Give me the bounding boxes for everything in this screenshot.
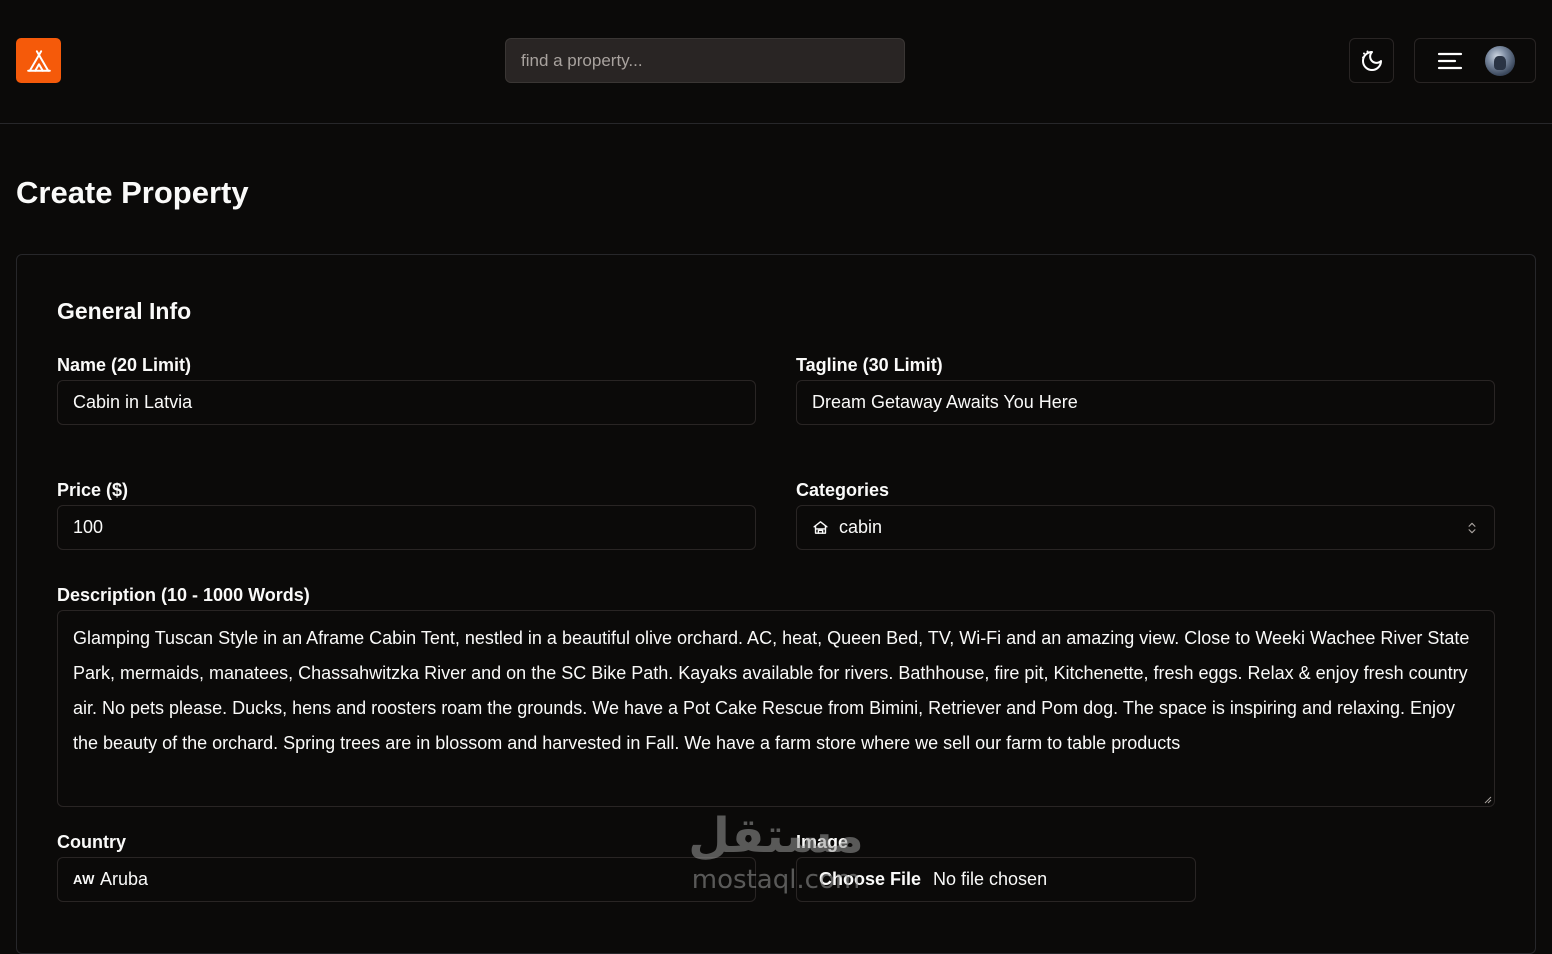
- tagline-label: Tagline (30 Limit): [796, 355, 943, 375]
- theme-toggle-button[interactable]: [1349, 38, 1394, 83]
- choose-file-button[interactable]: Choose File: [819, 869, 921, 890]
- moon-icon: [1361, 50, 1382, 71]
- country-select[interactable]: AW Aruba: [57, 857, 756, 902]
- avatar: [1485, 45, 1515, 76]
- image-file-input[interactable]: Choose File No file chosen: [796, 857, 1196, 902]
- image-label: Image: [796, 832, 849, 852]
- menu-lines-icon: [1437, 52, 1463, 69]
- categories-value-text: cabin: [839, 517, 883, 537]
- navbar: [0, 0, 1552, 124]
- price-label: Price ($): [57, 480, 129, 500]
- tent-icon: [26, 49, 51, 72]
- country-value: Aruba: [99, 869, 148, 889]
- page-title: Create Property: [16, 175, 249, 210]
- categories-selected-value: cabin: [812, 517, 882, 538]
- home-logo-button[interactable]: [16, 38, 61, 83]
- price-input[interactable]: [57, 505, 756, 550]
- resize-handle-icon[interactable]: [1484, 796, 1492, 804]
- categories-select[interactable]: cabin: [796, 505, 1495, 550]
- tagline-input[interactable]: [796, 380, 1495, 425]
- search-input[interactable]: [505, 38, 905, 83]
- description-text: Glamping Tuscan Style in an Aframe Cabin…: [73, 628, 1470, 753]
- tent-icon: [813, 521, 828, 534]
- description-label: Description (10 - 1000 Words): [57, 585, 310, 605]
- name-label: Name (20 Limit): [57, 355, 192, 375]
- country-code: AW: [73, 872, 95, 887]
- categories-label: Categories: [796, 480, 890, 500]
- section-title: General Info: [57, 298, 192, 324]
- chevron-up-down-icon: [1468, 522, 1476, 533]
- file-status: No file chosen: [933, 869, 1048, 889]
- user-menu-button[interactable]: [1414, 38, 1536, 83]
- description-textarea[interactable]: Glamping Tuscan Style in an Aframe Cabin…: [57, 610, 1495, 807]
- name-input[interactable]: [57, 380, 756, 425]
- country-label: Country: [57, 832, 126, 852]
